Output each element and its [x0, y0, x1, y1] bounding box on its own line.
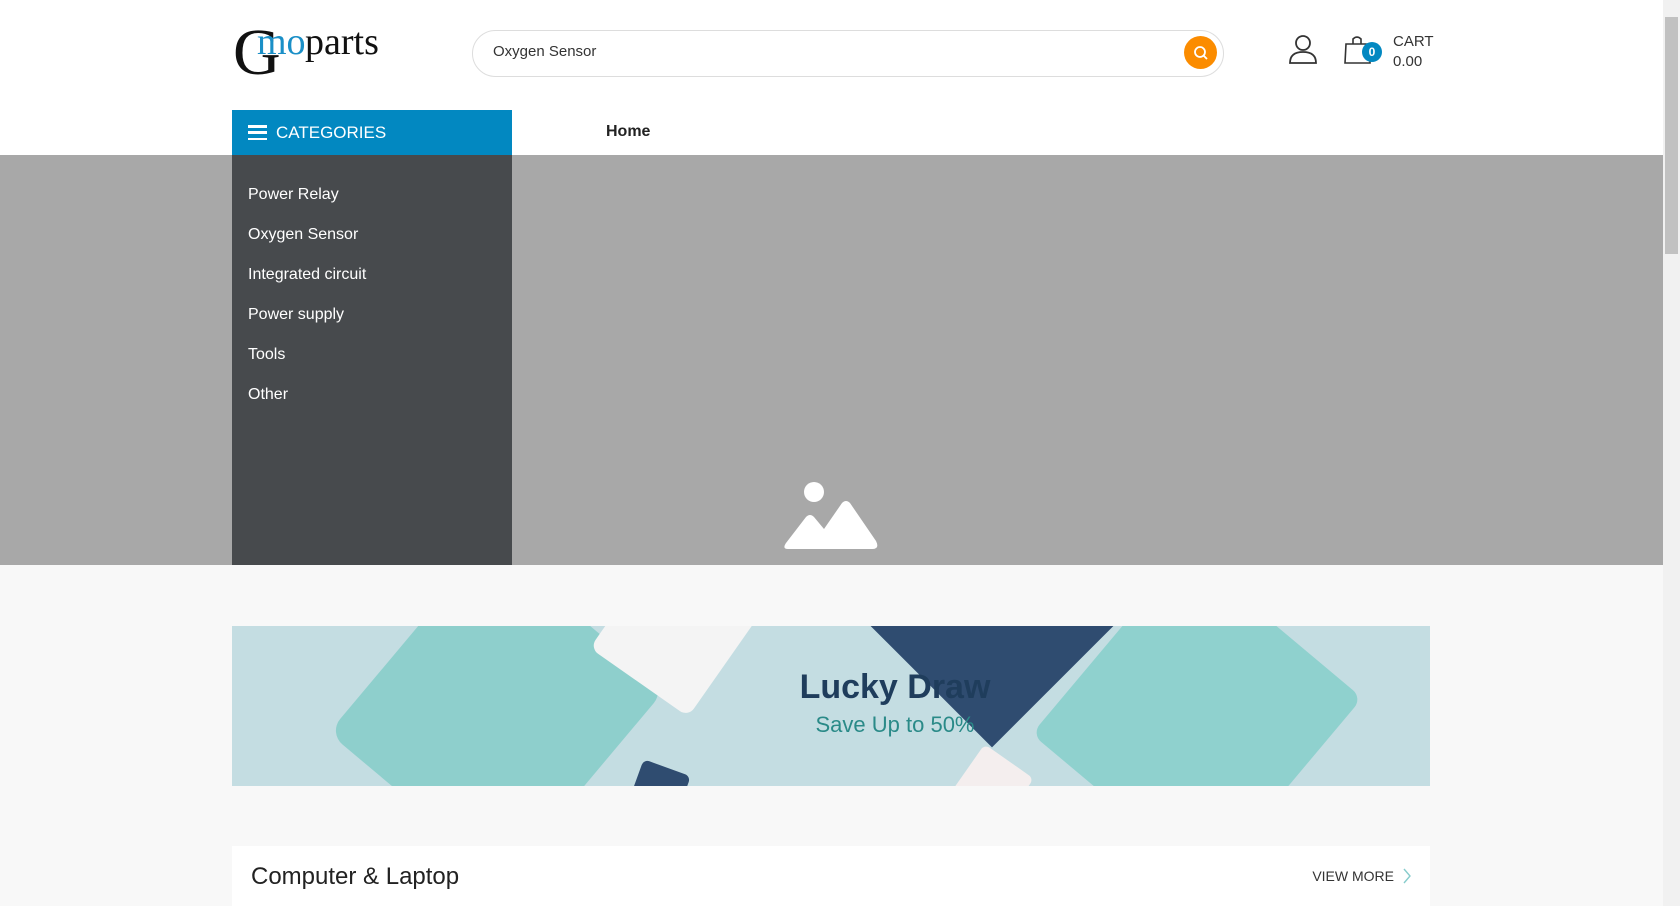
site-header: G mo parts 0 CART 0.00 CATEGORIES Home	[0, 0, 1663, 155]
cart-count-badge: 0	[1362, 42, 1382, 62]
promo-banner[interactable]: Lucky Draw Save Up to 50%	[232, 626, 1430, 786]
view-more-label: VIEW MORE	[1312, 868, 1394, 884]
nav-link-home[interactable]: Home	[606, 123, 650, 141]
cart-summary[interactable]: CART 0.00	[1393, 32, 1434, 72]
logo[interactable]: G mo parts	[233, 18, 393, 80]
product-section: Computer & Laptop VIEW MORE	[232, 846, 1430, 906]
image-placeholder-icon	[784, 482, 878, 549]
category-power-relay[interactable]: Power Relay	[232, 175, 512, 215]
cart-label: CART	[1393, 33, 1434, 50]
user-account-icon[interactable]	[1288, 34, 1318, 64]
category-tools[interactable]: Tools	[232, 335, 512, 375]
tablet-image	[623, 759, 691, 786]
scrollbar-thumb[interactable]	[1665, 17, 1678, 254]
section-title: Computer & Laptop	[251, 863, 460, 890]
category-other[interactable]: Other	[232, 375, 512, 415]
svg-text:parts: parts	[305, 21, 379, 63]
svg-text:mo: mo	[257, 21, 306, 63]
view-more-link[interactable]: VIEW MORE	[1312, 868, 1412, 884]
chevron-right-icon	[1403, 868, 1411, 884]
categories-toggle[interactable]: CATEGORIES	[232, 110, 512, 155]
category-power-supply[interactable]: Power supply	[232, 295, 512, 335]
menu-icon	[248, 125, 267, 140]
banner-title: Lucky Draw	[799, 668, 991, 706]
search-input[interactable]	[493, 43, 1143, 60]
category-oxygen-sensor[interactable]: Oxygen Sensor	[232, 215, 512, 255]
page-scrollbar[interactable]	[1663, 0, 1680, 906]
search-bar	[472, 30, 1224, 77]
cart-total: 0.00	[1393, 53, 1423, 70]
categories-label: CATEGORIES	[276, 122, 387, 142]
category-sidebar: Power Relay Oxygen Sensor Integrated cir…	[232, 155, 512, 565]
banner-subtitle: Save Up to 50%	[815, 712, 975, 737]
search-button[interactable]	[1184, 36, 1217, 69]
category-integrated-circuit[interactable]: Integrated circuit	[232, 255, 512, 295]
search-icon	[1193, 45, 1208, 60]
tablet-image	[950, 744, 1034, 786]
